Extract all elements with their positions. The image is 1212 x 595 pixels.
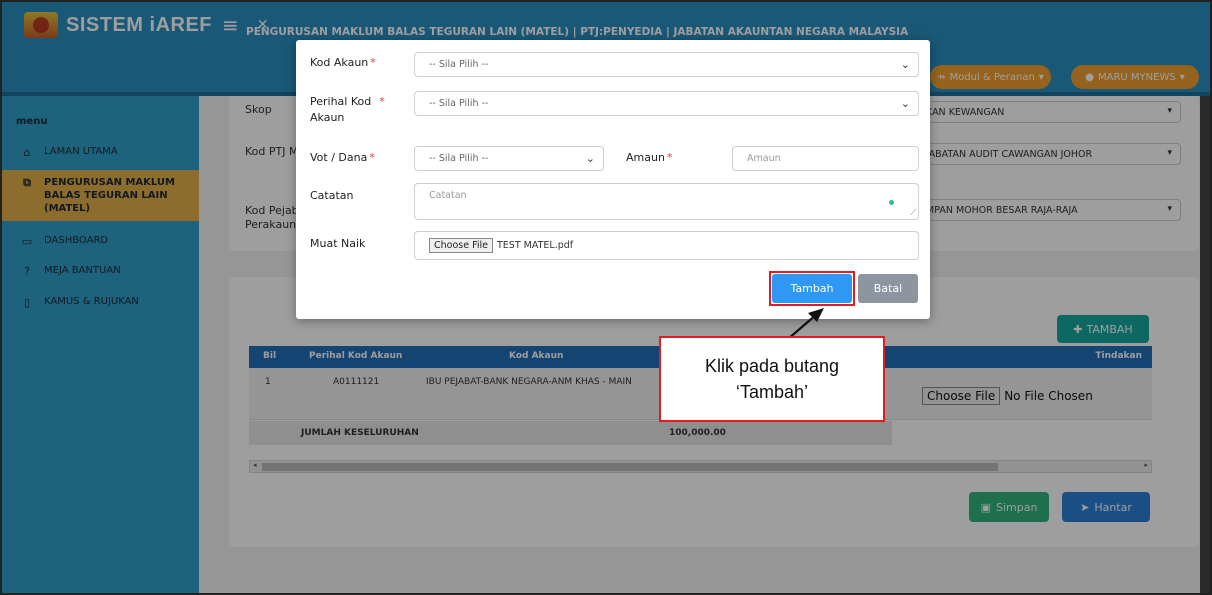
- required-mark: *: [666, 151, 673, 164]
- catatan-textarea[interactable]: Catatan ⟋: [414, 183, 919, 220]
- instruction-callout: Klik pada butang ‘Tambah’: [659, 336, 885, 422]
- vot-dana-label: Vot / Dana *: [310, 151, 375, 164]
- required-mark: *: [370, 56, 376, 69]
- grammarly-dot-icon: [889, 200, 894, 205]
- kod-akaun-label-text: Kod Akaun: [310, 56, 369, 69]
- chevron-down-icon: ⌄: [585, 152, 595, 165]
- resize-grip-icon[interactable]: ⟋: [910, 208, 916, 218]
- amaun-input[interactable]: Amaun: [732, 146, 919, 171]
- kod-akaun-select[interactable]: -- Sila Pilih -- ⌄: [414, 52, 919, 77]
- amaun-label: Amaun *: [626, 151, 672, 164]
- tambah-highlight-box: [769, 271, 855, 306]
- perihal-kod-akaun-label: Perihal Kod * Akaun: [310, 94, 385, 126]
- vot-label-text: Vot / Dana: [310, 151, 368, 164]
- app-frame: SISTEM iAREF ≡ ✕ PENGURUSAN MAKLUM BALAS…: [0, 0, 1212, 595]
- callout-line1: Klik pada butang: [704, 355, 840, 376]
- page-scrollbar[interactable]: [1200, 96, 1210, 593]
- perihal-label-line2: Akaun: [310, 110, 345, 124]
- amaun-label-text: Amaun: [626, 151, 665, 164]
- kod-akaun-placeholder: -- Sila Pilih --: [429, 59, 489, 70]
- perihal-kod-akaun-select[interactable]: -- Sila Pilih -- ⌄: [414, 91, 919, 116]
- required-mark: *: [369, 151, 375, 164]
- chevron-down-icon: ⌄: [900, 97, 910, 110]
- file-name: TEST MATEL.pdf: [497, 240, 574, 251]
- kod-akaun-label: Kod Akaun *: [310, 56, 376, 69]
- muat-naik-file-input[interactable]: Choose File TEST MATEL.pdf: [414, 231, 919, 260]
- callout-line2: ‘Tambah’: [735, 382, 809, 402]
- choose-file-button[interactable]: Choose File: [429, 238, 493, 253]
- catatan-placeholder: Catatan: [429, 190, 467, 201]
- required-mark: *: [379, 95, 385, 108]
- catatan-label: Catatan: [310, 189, 354, 202]
- perihal-placeholder: -- Sila Pilih --: [429, 98, 489, 109]
- perihal-label-line1: Perihal Kod: [310, 95, 372, 108]
- vot-dana-select[interactable]: -- Sila Pilih -- ⌄: [414, 146, 604, 171]
- chevron-down-icon: ⌄: [900, 58, 910, 71]
- batal-button[interactable]: Batal: [858, 274, 918, 303]
- amaun-placeholder: Amaun: [747, 153, 781, 164]
- vot-placeholder: -- Sila Pilih --: [429, 153, 489, 164]
- muat-naik-label: Muat Naik: [310, 237, 366, 250]
